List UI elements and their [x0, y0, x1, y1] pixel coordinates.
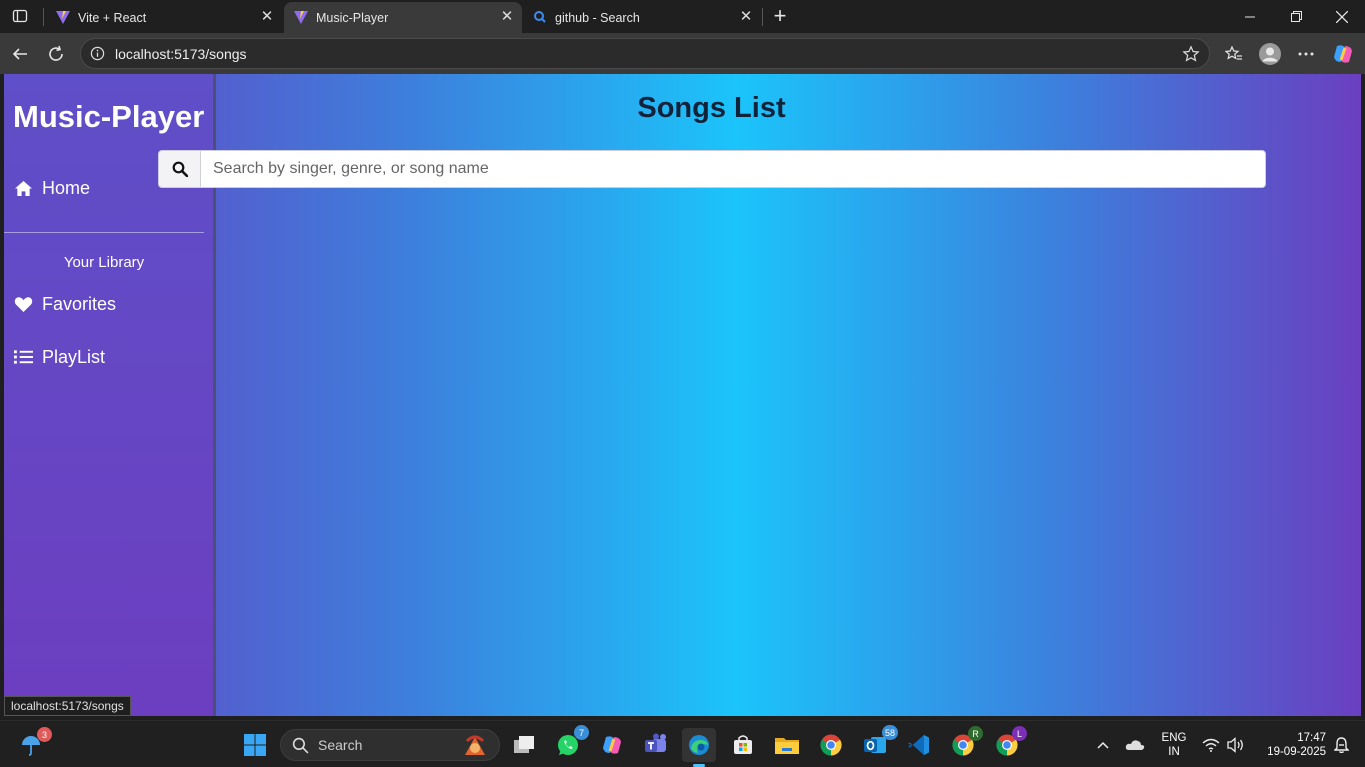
search-bar	[158, 150, 1266, 188]
file-explorer-icon[interactable]	[770, 728, 804, 762]
back-button[interactable]	[5, 39, 35, 69]
show-hidden-icons-chevron-icon[interactable]	[1088, 728, 1118, 762]
windows-logo-icon	[244, 734, 266, 756]
url-text: localhost:5173/songs	[115, 46, 247, 62]
chrome-profile-l-icon[interactable]: L	[990, 726, 1027, 762]
wifi-icon[interactable]	[1199, 728, 1223, 762]
teams-icon[interactable]	[639, 728, 673, 762]
sidebar-item-playlist[interactable]: PlayList	[13, 343, 105, 371]
edge-icon[interactable]	[682, 728, 716, 767]
chrome-profile-r-icon[interactable]: R	[946, 726, 983, 762]
tab-github-search[interactable]: github - Search ✕	[523, 2, 761, 33]
taskbar-search-label: Search	[318, 737, 363, 753]
task-view-icon[interactable]	[507, 728, 541, 762]
start-button[interactable]	[238, 728, 272, 762]
clock[interactable]: 17:47 19-09-2025	[1256, 731, 1326, 759]
search-icon	[292, 737, 309, 754]
region-code: IN	[1168, 746, 1180, 758]
tab-title: github - Search	[555, 10, 640, 25]
windows-taskbar: 3 Search 7 58 R L ENG IN 17:47 19-09-202…	[0, 720, 1365, 767]
chrome-profile-badge: R	[968, 726, 983, 741]
tab-title: Vite + React	[78, 10, 147, 25]
notification-bell-icon[interactable]	[1330, 728, 1352, 762]
sidebar-item-favorites[interactable]: Favorites	[13, 290, 116, 318]
browser-toolbar: localhost:5173/songs	[0, 33, 1365, 74]
favorite-star-icon[interactable]	[1182, 45, 1200, 63]
chrome-icon[interactable]	[814, 728, 848, 762]
tab-title: Music-Player	[316, 10, 389, 25]
favorites-icon[interactable]	[1219, 39, 1249, 69]
sidebar-item-label: PlayList	[42, 346, 106, 367]
tab-separator	[43, 8, 44, 26]
browser-tab-bar: Vite + React ✕ Music-Player ✕ github - S…	[0, 0, 1365, 33]
address-bar[interactable]: localhost:5173/songs	[80, 38, 1210, 69]
outlook-icon[interactable]: 58	[858, 725, 898, 762]
copilot-icon[interactable]	[1328, 39, 1358, 69]
sidebar-divider	[4, 232, 204, 233]
tab-separator	[762, 8, 763, 26]
heart-icon	[13, 294, 33, 314]
whatsapp-icon[interactable]: 7	[551, 725, 589, 762]
sidebar-item-label: Favorites	[42, 293, 117, 314]
tab-close-icon[interactable]: ✕	[739, 9, 753, 24]
page-title: Songs List	[637, 92, 786, 124]
sidebar-item-label: Home	[42, 177, 91, 198]
weather-widget[interactable]: 3	[14, 727, 52, 762]
clock-time: 17:47	[1297, 732, 1326, 744]
whatsapp-badge: 7	[574, 725, 589, 740]
taskbar-search[interactable]: Search	[280, 729, 500, 761]
minimize-button[interactable]	[1227, 0, 1273, 33]
microsoft-store-icon[interactable]	[726, 728, 760, 762]
more-options-icon[interactable]	[1291, 39, 1321, 69]
app-brand: Music-Player	[13, 99, 205, 134]
outlook-badge: 58	[881, 725, 898, 740]
tab-vite-react[interactable]: Vite + React ✕	[46, 2, 282, 33]
close-window-button[interactable]	[1319, 0, 1365, 33]
refresh-button[interactable]	[41, 39, 71, 69]
tab-close-icon[interactable]: ✕	[500, 9, 514, 24]
search-input[interactable]	[201, 151, 1265, 187]
sidebar-item-home[interactable]: Home	[13, 174, 90, 202]
tab-actions-icon[interactable]	[5, 1, 35, 31]
plus-icon: +	[773, 3, 787, 28]
clock-date: 19-09-2025	[1267, 746, 1326, 758]
weather-badge: 3	[37, 727, 52, 742]
tab-close-icon[interactable]: ✕	[260, 9, 274, 24]
language-indicator[interactable]: ENG IN	[1158, 731, 1190, 759]
vscode-icon[interactable]	[902, 728, 936, 762]
site-info-icon[interactable]	[90, 46, 105, 61]
onedrive-icon[interactable]	[1120, 728, 1150, 762]
chrome-profile-badge: L	[1012, 726, 1027, 741]
search-icon[interactable]	[159, 151, 201, 187]
page-viewport: Music-Player Home Your Library Favorites…	[4, 74, 1361, 716]
tab-music-player[interactable]: Music-Player ✕	[284, 2, 522, 33]
search-favicon-icon	[534, 11, 546, 23]
search-highlight-icon	[465, 735, 485, 755]
restore-button[interactable]	[1273, 0, 1319, 33]
vite-favicon-icon	[294, 11, 308, 24]
volume-icon[interactable]	[1224, 728, 1248, 762]
language-code: ENG	[1161, 732, 1187, 744]
copilot-app-icon[interactable]	[595, 728, 629, 762]
profile-avatar[interactable]	[1255, 39, 1285, 69]
new-tab-button[interactable]: +	[765, 1, 795, 31]
library-heading: Your Library	[63, 254, 145, 271]
home-icon	[13, 178, 33, 198]
list-icon	[13, 347, 33, 367]
link-status-bubble: localhost:5173/songs	[4, 696, 131, 716]
vite-favicon-icon	[56, 11, 70, 24]
